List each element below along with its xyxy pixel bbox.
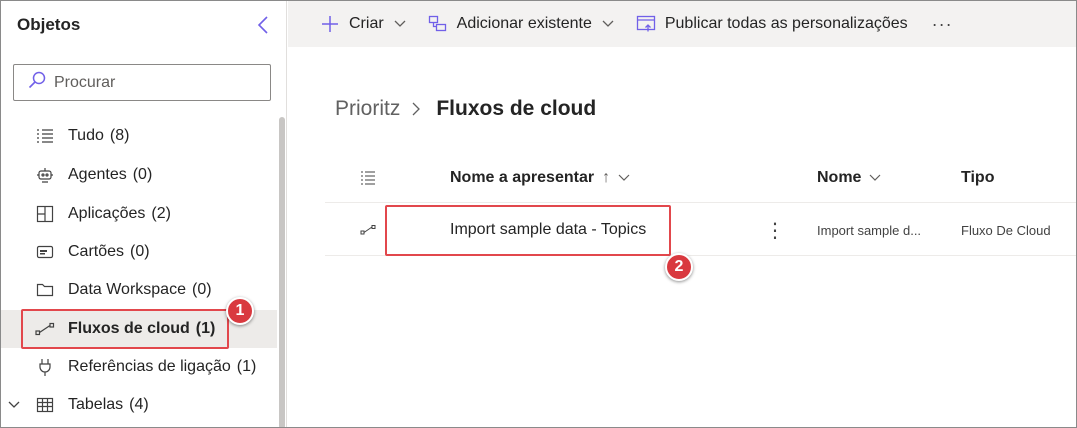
search-box[interactable] <box>13 64 271 101</box>
highlight-box-1 <box>21 309 229 349</box>
apps-icon <box>35 204 55 224</box>
sidebar-item-count: (0) <box>191 281 212 298</box>
breadcrumb: Prioritz Fluxos de cloud <box>335 97 596 121</box>
table-icon <box>35 395 55 415</box>
sidebar-item-count: (0) <box>130 243 150 260</box>
sidebar-item-label: Referências de ligação <box>68 358 231 375</box>
grid-header: Nome a apresentar ↑ Nome Tipo <box>325 152 1076 203</box>
sidebar-item-count: (2) <box>151 205 171 222</box>
sidebar-title: Objetos <box>17 15 81 34</box>
app-window: Objetos Tudo (8) Agent <box>0 0 1077 428</box>
sidebar-item-agents[interactable]: Agentes (0) <box>1 156 277 194</box>
column-header-type[interactable]: Tipo <box>961 152 994 203</box>
sidebar-item-label: Cartões <box>68 243 125 260</box>
select-all-icon[interactable] <box>360 152 376 203</box>
more-commands-button[interactable]: ··· <box>932 14 953 35</box>
bot-icon <box>35 165 55 185</box>
command-bar: Criar Adicionar existente Publicar todas… <box>288 1 1076 47</box>
highlight-box-2 <box>385 205 671 256</box>
card-icon <box>35 242 55 262</box>
chevron-down-icon <box>394 17 408 31</box>
sidebar-header: Objetos <box>17 13 272 37</box>
sidebar-item-tables[interactable]: Tabelas (4) <box>1 386 277 424</box>
objects-sidebar: Objetos Tudo (8) Agent <box>1 1 287 427</box>
sidebar-item-label: Tudo <box>68 127 104 144</box>
sidebar-item-label: Agentes <box>68 166 127 183</box>
callout-badge-1: 1 <box>226 297 254 325</box>
plug-icon <box>35 357 55 377</box>
sidebar-item-cards[interactable]: Cartões (0) <box>1 233 277 271</box>
column-header-label: Nome a apresentar <box>450 168 595 186</box>
publish-all-button[interactable]: Publicar todas as personalizações <box>636 1 908 47</box>
sidebar-item-count: (0) <box>132 166 153 183</box>
chevron-right-icon <box>412 102 424 116</box>
sidebar-item-label: Aplicações <box>68 205 146 222</box>
expand-chevron-icon[interactable] <box>6 397 22 413</box>
sidebar-item-apps[interactable]: Aplicações (2) <box>1 195 277 233</box>
breadcrumb-current: Fluxos de cloud <box>436 97 597 120</box>
sidebar-item-label: Data Workspace <box>68 281 186 298</box>
new-button[interactable]: Criar <box>320 1 408 47</box>
column-header-name[interactable]: Nome <box>817 152 881 203</box>
list-icon <box>35 126 55 146</box>
add-existing-label: Adicionar existente <box>456 15 592 32</box>
search-input[interactable] <box>54 73 254 92</box>
sidebar-item-connection-references[interactable]: Referências de ligação (1) <box>1 348 277 386</box>
sidebar-item-all[interactable]: Tudo (8) <box>1 117 277 155</box>
row-type: Fluxo De Cloud <box>961 222 1051 238</box>
column-header-label: Nome <box>817 168 862 186</box>
collapse-chevron-icon[interactable] <box>254 14 272 36</box>
new-button-label: Criar <box>349 15 384 32</box>
folder-icon <box>35 280 55 300</box>
plus-icon <box>320 14 340 34</box>
row-name: Import sample d... <box>817 222 922 238</box>
sidebar-item-count: (4) <box>129 396 149 413</box>
column-header-label: Tipo <box>961 168 995 186</box>
column-header-display-name[interactable]: Nome a apresentar ↑ <box>450 152 630 203</box>
callout-badge-2: 2 <box>665 253 693 281</box>
sidebar-scrollbar[interactable] <box>279 117 285 427</box>
breadcrumb-parent-link[interactable]: Prioritz <box>335 97 400 121</box>
row-more-options-button[interactable]: ⋮ <box>765 204 785 256</box>
sidebar-item-count: (8) <box>109 127 130 144</box>
add-existing-icon <box>428 14 448 34</box>
publish-icon <box>636 14 656 34</box>
sidebar-item-label: Tabelas <box>68 396 124 413</box>
add-existing-button[interactable]: Adicionar existente <box>428 1 616 47</box>
sort-ascending-icon: ↑ <box>602 168 611 186</box>
chevron-down-icon <box>869 174 881 182</box>
chevron-down-icon <box>618 174 630 182</box>
flow-icon <box>360 204 376 256</box>
chevron-down-icon <box>602 17 616 31</box>
search-icon <box>28 71 46 94</box>
publish-all-label: Publicar todas as personalizações <box>664 15 908 32</box>
sidebar-item-count: (1) <box>236 358 257 375</box>
